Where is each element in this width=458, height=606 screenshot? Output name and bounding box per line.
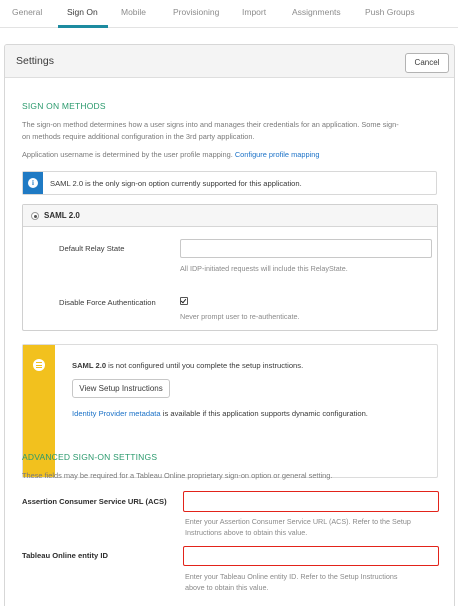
tab-provisioning[interactable]: Provisioning [173,7,219,17]
tab-sign-on[interactable]: Sign On [67,7,98,17]
info-callout-text: SAML 2.0 is the only sign-on option curr… [50,179,302,188]
saml-option-label: SAML 2.0 [44,211,80,220]
setup-callout-strong: SAML 2.0 [72,361,107,370]
cancel-button[interactable]: Cancel [405,53,449,73]
list-icon-line [36,364,42,366]
metadata-rest-text: is available if this application support… [160,409,368,418]
entity-id-input[interactable] [183,546,439,566]
panel-title: Settings [16,55,54,67]
setup-callout-text: SAML 2.0 is not configured until you com… [72,361,303,370]
tab-assignments[interactable]: Assignments [292,7,341,17]
identity-provider-metadata-link[interactable]: Identity Provider metadata [72,409,161,418]
tab-bar: General Sign On Mobile Provisioning Impo… [0,0,458,28]
saml-option-header[interactable]: SAML 2.0 [23,205,437,227]
entity-id-hint-line2: above to obtain this value. [185,583,269,592]
sign-on-methods-heading: SIGN ON METHODS [22,101,106,111]
list-icon-line [36,367,42,369]
active-tab-indicator [58,25,108,28]
username-mapping-label: Application username is determined by th… [22,150,233,159]
info-icon: i [28,178,38,188]
view-setup-instructions-button[interactable]: View Setup Instructions [72,379,170,398]
tab-import[interactable]: Import [242,7,266,17]
acs-url-hint-line1: Enter your Assertion Consumer Service UR… [185,517,411,526]
info-stripe: i [23,172,43,194]
saml-option-box: SAML 2.0 Default Relay State All IDP-ini… [22,204,438,331]
radio-selected-dot [33,214,37,218]
checkmark-icon [180,297,187,304]
relay-state-label: Default Relay State [59,244,125,253]
settings-panel: Settings Cancel SIGN ON METHODS The sign… [4,44,455,606]
setup-callout-rest: is not configured until you complete the… [106,361,304,370]
relay-state-input[interactable] [180,239,432,258]
entity-id-label: Tableau Online entity ID [22,551,108,560]
advanced-settings-heading: ADVANCED SIGN-ON SETTINGS [22,452,158,462]
list-icon-line [36,362,42,364]
relay-state-hint: All IDP-initiated requests will include … [180,264,348,273]
entity-id-hint-line1: Enter your Tableau Online entity ID. Ref… [185,572,398,581]
configure-profile-mapping-link[interactable]: Configure profile mapping [235,150,320,159]
advanced-settings-description: These fields may be required for a Table… [22,471,333,480]
sign-on-description-line1: The sign-on method determines how a user… [22,120,399,129]
metadata-text: Identity Provider metadata is available … [72,409,368,418]
acs-url-hint-line2: Instructions above to obtain this value. [185,528,308,537]
disable-force-auth-checkbox[interactable] [180,297,188,305]
username-mapping-text: Application username is determined by th… [22,149,319,161]
tab-general[interactable]: General [12,7,42,17]
disable-force-auth-label: Disable Force Authentication [59,298,156,307]
tab-mobile[interactable]: Mobile [121,7,146,17]
saml-radio-button[interactable] [31,212,39,220]
list-icon [33,359,45,371]
acs-url-input[interactable] [183,491,439,512]
disable-force-auth-hint: Never prompt user to re-authenticate. [180,312,300,321]
info-callout: i SAML 2.0 is the only sign-on option cu… [22,171,437,195]
sign-on-description-line2: on methods require additional configurat… [22,132,255,141]
acs-url-label: Assertion Consumer Service URL (ACS) [22,497,167,506]
tab-push-groups[interactable]: Push Groups [365,7,415,17]
panel-header: Settings Cancel [5,45,454,78]
